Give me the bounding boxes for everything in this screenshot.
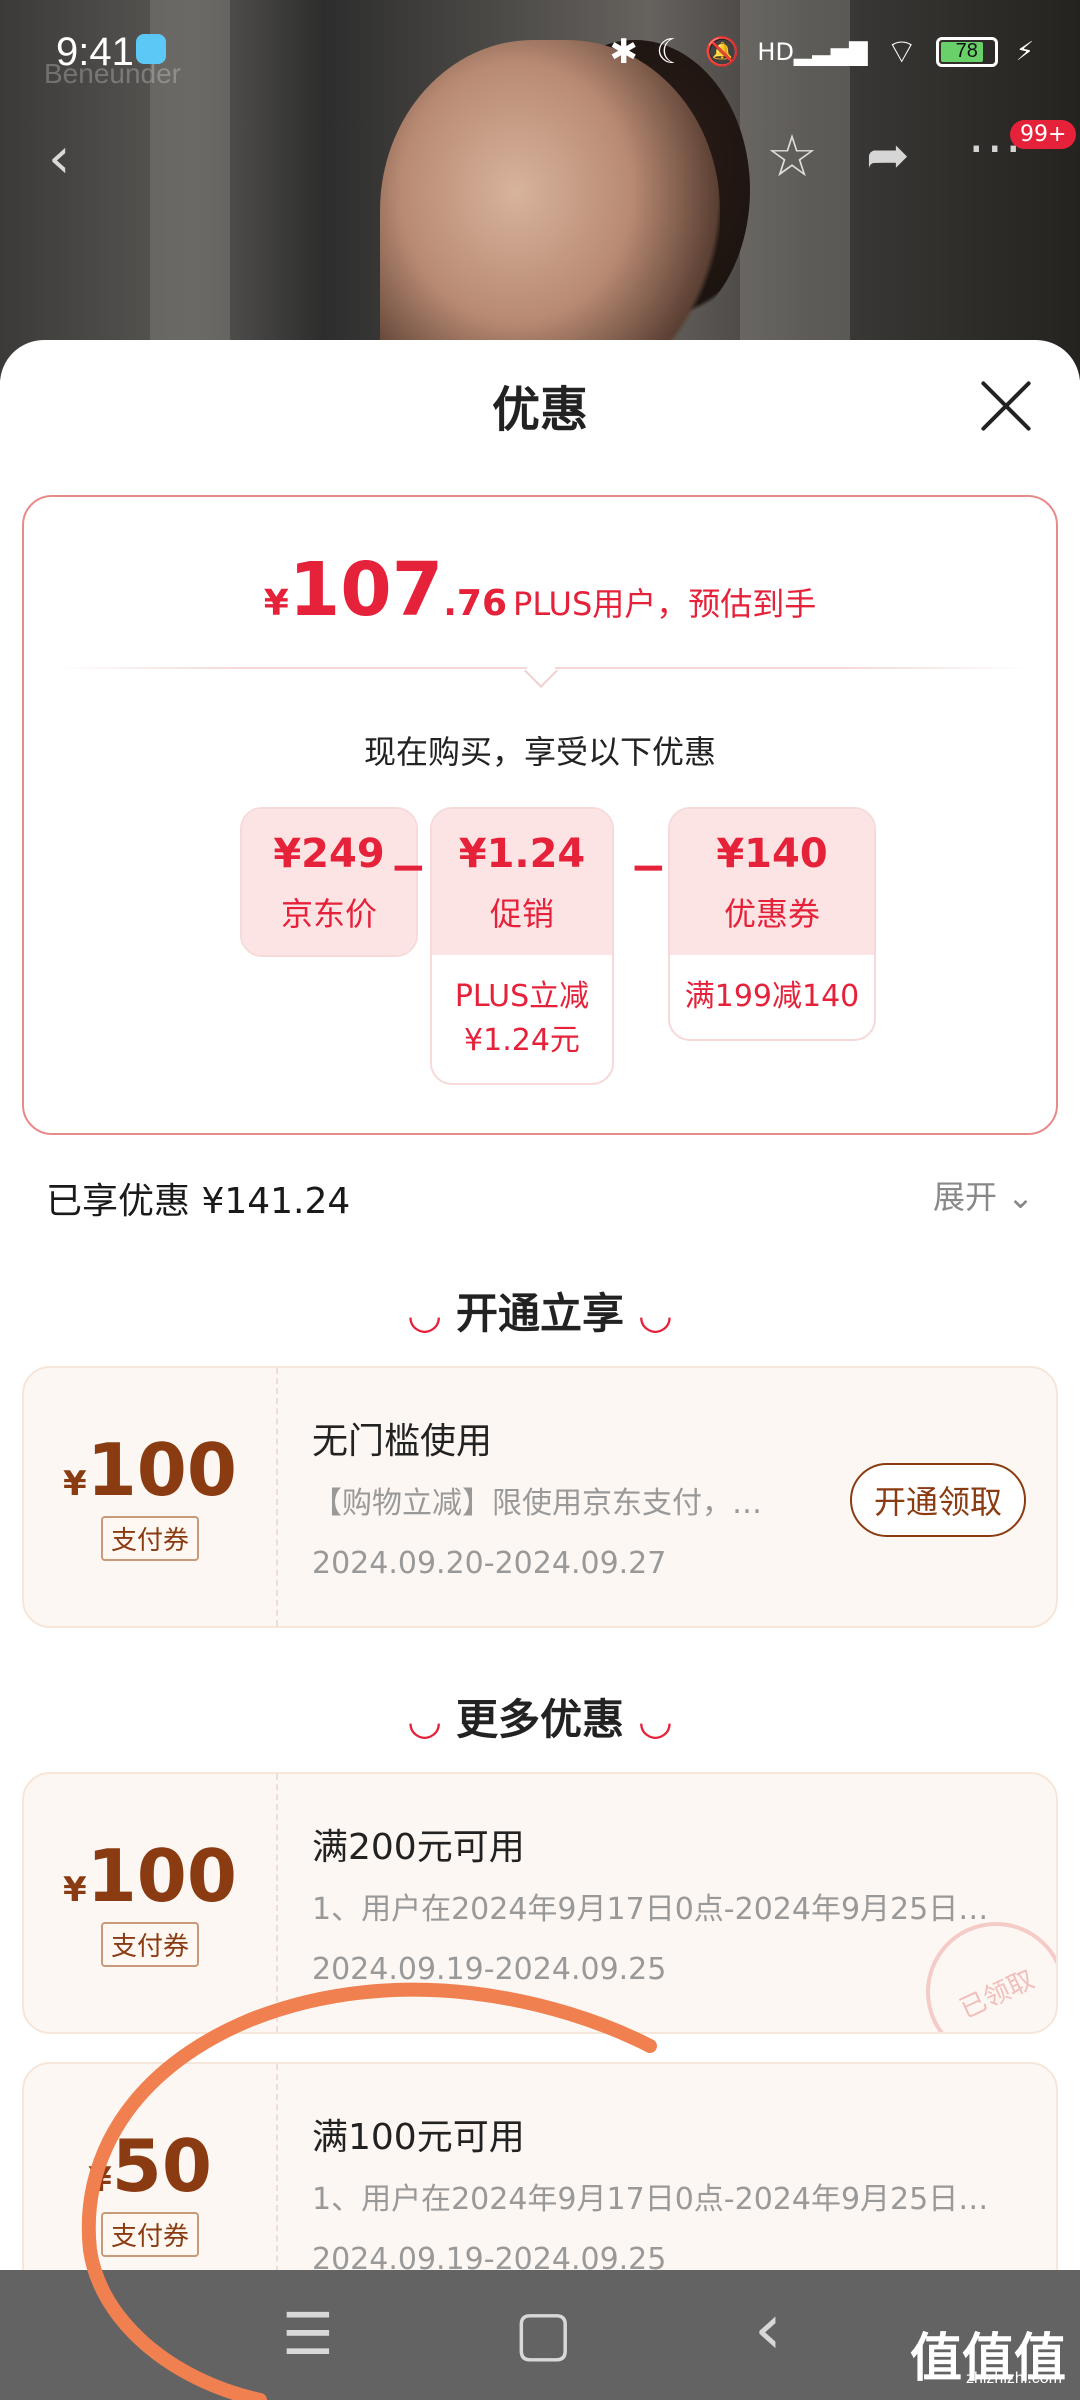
- battery-level: 78: [955, 40, 978, 62]
- coupon-desc: 1、用户在2024年9月17日0点-2024年9月25日…: [312, 1892, 989, 1927]
- coupon-title: 满100元可用: [312, 2117, 525, 2158]
- silent-icon: 🔕: [704, 35, 740, 68]
- battery-icon: 78: [935, 36, 998, 67]
- top-nav: ‹ ☆ ➦ ··· 99+: [0, 120, 1080, 200]
- smile-icon: ◡: [640, 1292, 671, 1338]
- coupon-date: 2024.09.20-2024.09.27: [312, 1546, 667, 1581]
- back-arrow-icon[interactable]: ‹: [48, 126, 70, 191]
- moon-icon: ☾: [656, 31, 687, 72]
- charging-icon: ⚡: [1015, 36, 1034, 67]
- sheet-title: 优惠: [491, 382, 588, 438]
- coupon-value: ¥100 支付券: [24, 1368, 278, 1626]
- coupon-card[interactable]: ¥100 支付券 满200元可用 1、用户在2024年9月17日0点-2024年…: [22, 1772, 1058, 2034]
- coupon-desc: 【购物立减】限使用京东支付，…: [312, 1486, 762, 1521]
- share-icon[interactable]: ➦: [866, 126, 910, 186]
- menu-icon[interactable]: ☰: [282, 2300, 334, 2368]
- coupon-date: 2024.09.19-2024.09.25: [312, 1952, 667, 1987]
- coupon-type-tag: 支付券: [100, 2212, 199, 2257]
- bluetooth-icon: ✱: [609, 31, 639, 72]
- favorite-star-icon[interactable]: ☆: [766, 122, 818, 190]
- coupon-type-tag: 支付券: [100, 1922, 199, 1967]
- activate-claim-button[interactable]: 开通领取: [849, 1463, 1026, 1537]
- coupon-type-tag: 支付券: [100, 1516, 199, 1561]
- site-watermark-url: zhizhizhi.com: [965, 2370, 1062, 2387]
- smile-icon: ◡: [409, 1292, 440, 1338]
- coupon-title: 无门槛使用: [312, 1421, 493, 1462]
- coupon-desc: 1、用户在2024年9月17日0点-2024年9月25日…: [312, 2182, 989, 2217]
- close-icon[interactable]: [976, 376, 1036, 436]
- app-notification-icon: [136, 34, 166, 64]
- expand-button[interactable]: 展开 ⌄: [933, 1172, 1034, 1218]
- section-open-enjoy: ◡ 开通立享 ◡: [409, 1289, 671, 1338]
- back-icon[interactable]: ‹: [754, 2288, 782, 2370]
- estimated-price: ¥107.76 PLUS用户，预估到手: [263, 547, 817, 633]
- discount-subtitle: 现在购买，享受以下优惠: [363, 733, 716, 771]
- home-icon[interactable]: ▢: [514, 2296, 573, 2369]
- status-bar: 9:41 ✱ ☾ 🔕 HD▂▃▅▇ ⌔ 78 ⚡: [0, 0, 1080, 100]
- coupon-value: ¥100 支付券: [24, 1774, 278, 2032]
- coupon-card[interactable]: ¥100 支付券 无门槛使用 【购物立减】限使用京东支付，… 2024.09.2…: [22, 1366, 1058, 1628]
- divider-notch: [524, 654, 558, 688]
- minus-sign: −: [390, 842, 427, 893]
- section-more-discounts: ◡ 更多优惠 ◡: [409, 1695, 671, 1744]
- minus-sign: −: [630, 842, 667, 893]
- price-summary-card: ¥107.76 PLUS用户，预估到手 现在购买，享受以下优惠 ¥249 京东价 …: [22, 495, 1058, 1135]
- status-time: 9:41: [56, 30, 134, 74]
- coupon-pill: ¥140 优惠券 满199减140: [668, 807, 876, 1041]
- smile-icon: ◡: [640, 1698, 671, 1744]
- discount-sheet: 优惠 ¥107.76 PLUS用户，预估到手 现在购买，享受以下优惠 ¥249 京…: [0, 340, 1080, 2400]
- promo-pill: ¥1.24 促销 PLUS立减 ¥1.24元: [430, 807, 614, 1085]
- coupon-title: 满200元可用: [312, 1827, 525, 1868]
- hd-signal-icon: HD▂▃▅▇: [757, 37, 868, 66]
- smile-icon: ◡: [409, 1698, 440, 1744]
- message-count-badge: 99+: [1010, 120, 1077, 149]
- wifi-icon: ⌔: [885, 32, 918, 72]
- enjoyed-discount-total: 已享优惠 ¥141.24: [46, 1181, 351, 1222]
